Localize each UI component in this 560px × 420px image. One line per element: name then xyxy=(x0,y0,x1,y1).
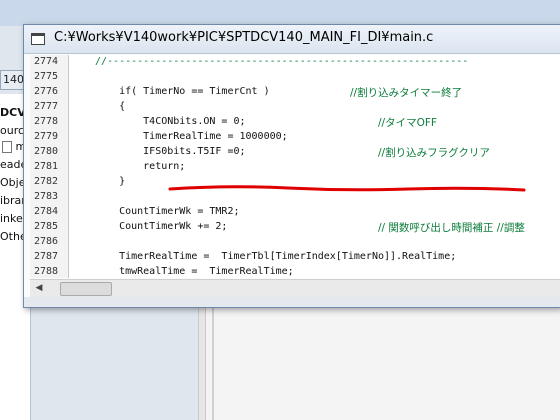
line-number: 2774 xyxy=(34,56,59,67)
line-number: 2785 xyxy=(34,221,59,232)
code-line: TimerRealTime = TimerTbl[TimerIndex[Time… xyxy=(95,251,457,262)
scrollbar-thumb[interactable] xyxy=(60,282,112,296)
line-number: 2780 xyxy=(34,146,59,157)
horizontal-scrollbar[interactable]: ◀ xyxy=(30,279,560,297)
file-icon xyxy=(2,141,12,153)
code-line: TimerRealTime = 1000000; xyxy=(95,131,288,142)
red-underline-annotation xyxy=(168,185,526,192)
line-number: 2786 xyxy=(34,236,59,247)
splitter-line xyxy=(212,300,214,420)
line-number: 2787 xyxy=(34,251,59,262)
line-number: 2784 xyxy=(34,206,59,217)
code-line: } xyxy=(95,176,126,187)
code-line: if( TimerNo == TimerCnt ) xyxy=(95,86,270,97)
line-number: 2776 xyxy=(34,86,59,97)
code-line: { xyxy=(95,101,126,112)
code-comment: //割り込みタイマー終了 xyxy=(350,87,463,99)
line-number: 2778 xyxy=(34,116,59,127)
editor-titlebar[interactable]: C:¥Works¥V140work¥PIC¥SPTDCV140_MAIN_FI_… xyxy=(24,25,560,54)
window-icon xyxy=(31,33,45,45)
code-editor[interactable]: 2774 //----------------------------------… xyxy=(30,55,560,278)
line-number: 2783 xyxy=(34,191,59,202)
line-number: 2781 xyxy=(34,161,59,172)
code-line: //--------------------------------------… xyxy=(95,56,469,67)
code-comment: // 関数呼び出し時間補正 //調整 xyxy=(378,222,525,234)
scroll-left-icon[interactable]: ◀ xyxy=(32,282,46,295)
background-titlebar xyxy=(0,0,560,26)
code-line: T4CONbits.ON = 0; xyxy=(95,116,246,127)
line-number: 2782 xyxy=(34,176,59,187)
editor-window: C:¥Works¥V140work¥PIC¥SPTDCV140_MAIN_FI_… xyxy=(23,24,560,308)
background-workspace xyxy=(198,300,560,420)
code-line: CountTimerWk = TMR2; xyxy=(95,206,240,217)
line-number: 2777 xyxy=(34,101,59,112)
code-line: IFS0bits.T5IF =0; xyxy=(95,146,246,157)
code-line: tmwRealTime = TimerRealTime; xyxy=(95,266,294,277)
line-number: 2779 xyxy=(34,131,59,142)
code-comment: //タイマOFF xyxy=(378,117,437,129)
line-number: 2788 xyxy=(34,266,59,277)
code-line: return; xyxy=(95,161,186,172)
code-line: CountTimerWk += 2; xyxy=(95,221,228,232)
line-number: 2775 xyxy=(34,71,59,82)
project-tree-item[interactable]: ourc xyxy=(0,124,24,137)
splitter-handle[interactable] xyxy=(198,300,206,420)
project-tree-item[interactable]: ibrar xyxy=(0,194,26,207)
window-title: C:¥Works¥V140work¥PIC¥SPTDCV140_MAIN_FI_… xyxy=(54,30,434,45)
code-comment: //割り込みフラグクリア xyxy=(378,147,490,159)
editor-bottom-edge xyxy=(24,297,560,307)
